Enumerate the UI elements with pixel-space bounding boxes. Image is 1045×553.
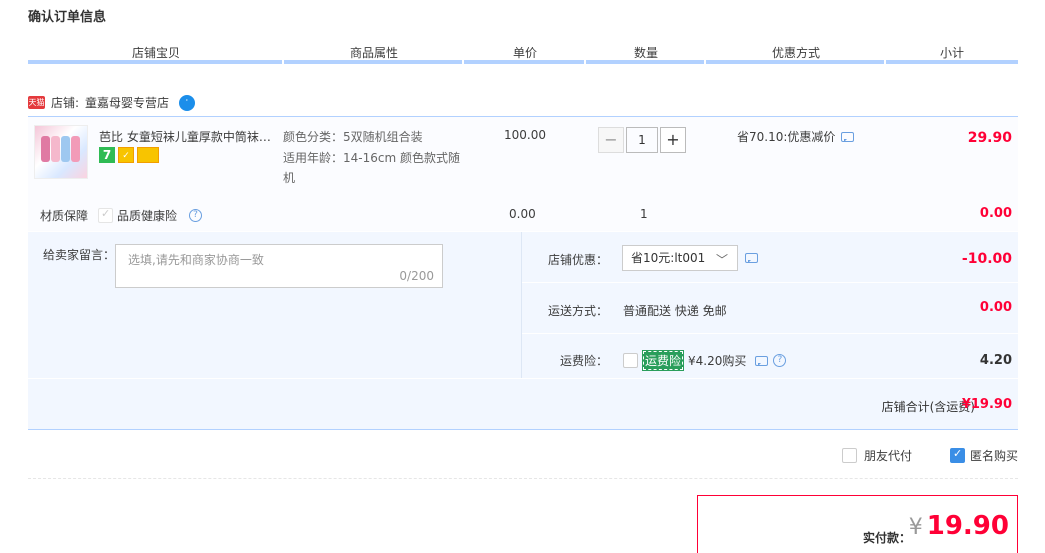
seven-day-return-icon[interactable]: 7 xyxy=(99,147,115,163)
insurance-name: 品质健康险 xyxy=(117,209,178,223)
insurance-qty: 1 xyxy=(640,207,648,221)
insurance-label: 材质保障 xyxy=(40,209,89,223)
coupon-detail-icon[interactable] xyxy=(745,253,758,263)
payment-amount: 19.90 xyxy=(926,511,1009,541)
anonymous-option[interactable]: 匿名购买 xyxy=(950,447,1018,464)
divider xyxy=(522,282,1018,283)
shipping-amount: 0.00 xyxy=(979,300,1012,315)
shop-coupon-value: 省10元:lt001 xyxy=(631,251,706,265)
attr-age: 适用年龄：14-16cm 颜色款式随 xyxy=(283,151,460,165)
col-underline xyxy=(886,60,1018,64)
wangwang-icon[interactable]: ʿ xyxy=(179,94,196,111)
shipping-label: 运送方式： xyxy=(548,304,609,318)
credit-card-icon[interactable] xyxy=(137,147,159,163)
col-underline xyxy=(464,60,584,64)
attr-color: 颜色分类：5双随机组合装 xyxy=(283,130,423,144)
col-header-attr: 商品属性 xyxy=(349,46,398,60)
col-header-item: 店铺宝贝 xyxy=(131,46,180,60)
currency-symbol: ¥ xyxy=(908,515,923,540)
seller-message-input[interactable]: 选填,请先和商家协商一致 0/200 xyxy=(115,244,443,288)
shop-header: 天猫 店铺: 童嘉母婴专营店 ʿ xyxy=(28,94,196,111)
shipping-method: 普通配送 快递 免邮 xyxy=(623,304,727,318)
quality-guarantee-icon[interactable]: ✓ xyxy=(118,147,134,163)
col-underline xyxy=(586,60,704,64)
col-underline xyxy=(28,60,282,64)
message-char-count: 0/200 xyxy=(399,269,434,283)
service-badges: 7 ✓ xyxy=(99,147,159,163)
col-header-promo: 优惠方式 xyxy=(771,46,820,60)
ship-insurance-tag: 运费险 xyxy=(641,350,685,371)
shop-coupon-amount: -10.00 xyxy=(961,251,1012,267)
friend-pay-option[interactable]: 朋友代付 xyxy=(842,447,912,464)
insurance-price: 0.00 xyxy=(509,207,536,221)
attr-age-cont: 机 xyxy=(283,171,296,185)
page-title: 确认订单信息 xyxy=(28,10,107,25)
ship-insurance-desc: ¥4.20购买 xyxy=(688,354,747,368)
divider xyxy=(522,333,1018,334)
product-thumbnail[interactable] xyxy=(34,125,88,179)
payment-label: 实付款： xyxy=(862,531,911,545)
shop-coupon-label: 店铺优惠： xyxy=(548,253,609,267)
divider xyxy=(28,378,1018,379)
ship-insurance-detail-icon[interactable] xyxy=(755,355,769,366)
promo-text: 省70.10:优惠减价 xyxy=(737,130,836,144)
ship-insurance-option: 运费险 ¥4.20购买 ? xyxy=(623,350,787,371)
shop-name-link[interactable]: 童嘉母婴专营店 xyxy=(85,94,169,111)
col-header-price: 单价 xyxy=(512,46,537,60)
friend-pay-label: 朋友代付 xyxy=(864,449,913,463)
promo-detail-icon[interactable] xyxy=(841,131,855,142)
col-underline xyxy=(706,60,884,64)
anonymous-checkbox[interactable] xyxy=(950,447,965,463)
qty-plus-button[interactable]: + xyxy=(660,127,686,153)
help-icon[interactable]: ? xyxy=(773,354,787,367)
ship-insurance-label: 运费险： xyxy=(560,354,609,368)
chevron-down-icon: ﹀ xyxy=(715,253,728,267)
help-icon[interactable]: ? xyxy=(189,209,203,222)
quantity-stepper: − 1 + xyxy=(598,127,686,153)
ship-insurance-checkbox[interactable] xyxy=(623,353,638,368)
message-label: 给卖家留言： xyxy=(43,248,116,262)
tmall-icon: 天猫 xyxy=(28,96,45,109)
shop-coupon-select[interactable]: 省10元:lt001 ﹀ xyxy=(622,245,738,271)
insurance-checkbox[interactable] xyxy=(98,207,114,223)
divider xyxy=(521,232,522,378)
qty-input[interactable]: 1 xyxy=(626,127,658,153)
qty-minus-button[interactable]: − xyxy=(598,127,624,153)
message-placeholder: 选填,请先和商家协商一致 xyxy=(128,253,264,267)
insurance-subtotal: 0.00 xyxy=(979,206,1012,221)
col-header-subtotal: 小计 xyxy=(939,46,964,60)
insurance-row: 材质保障 品质健康险 ? xyxy=(40,207,203,224)
friend-pay-checkbox[interactable] xyxy=(842,448,857,463)
shop-prefix: 店铺: xyxy=(51,96,80,110)
unit-price: 100.00 xyxy=(504,128,546,142)
item-subtotal: 29.90 xyxy=(967,130,1012,146)
divider xyxy=(28,478,1018,479)
payment-total: ¥19.90 xyxy=(909,511,1009,541)
col-header-qty: 数量 xyxy=(633,46,658,60)
anonymous-label: 匿名购买 xyxy=(970,449,1019,463)
ship-insurance-amount: 4.20 xyxy=(979,353,1012,368)
col-underline xyxy=(284,60,462,64)
promo-info: 省70.10:优惠减价 xyxy=(737,128,855,145)
shop-total-value: ¥19.90 xyxy=(961,397,1012,412)
product-name-link[interactable]: 芭比 女童短袜儿童厚款中筒袜子5双装 xyxy=(99,128,271,145)
